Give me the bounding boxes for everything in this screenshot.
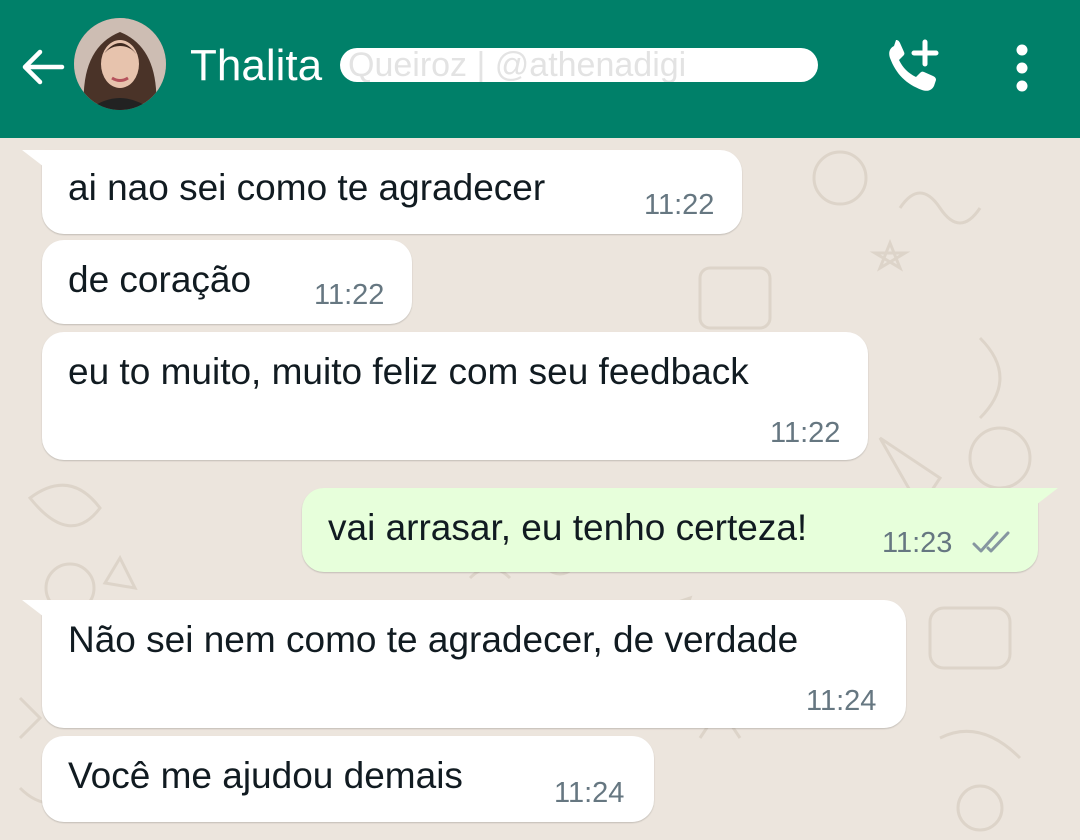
back-button[interactable] (18, 42, 68, 92)
message-bubble-incoming[interactable]: eu to muito, muito feliz com seu feedbac… (42, 332, 868, 460)
bubble-tail-incoming (22, 150, 48, 170)
chat-header: Thalita Queiroz | @athenadigi (0, 0, 1080, 138)
message-text: Não sei nem como te agradecer, de verdad… (68, 619, 799, 660)
add-call-button[interactable] (880, 36, 944, 100)
message-bubble-incoming[interactable]: Não sei nem como te agradecer, de verdad… (42, 600, 906, 728)
avatar-photo (74, 18, 166, 110)
message-text: eu to muito, muito feliz com seu feedbac… (68, 351, 749, 392)
message-text: ai nao sei como te agradecer (68, 167, 546, 208)
message-time: 11:24 (806, 685, 877, 717)
more-vertical-icon (1016, 44, 1028, 92)
redacted-text: Queiroz | @athenadigi (348, 48, 687, 82)
contact-name-redaction: Queiroz | @athenadigi (340, 48, 818, 82)
message-text: Você me ajudou demais (68, 755, 463, 796)
message-time: 11:22 (314, 279, 385, 311)
add-call-icon (889, 39, 939, 91)
message-bubble-incoming[interactable]: de coração 11:22 (42, 240, 412, 324)
message-bubble-incoming[interactable]: Você me ajudou demais 11:24 (42, 736, 654, 822)
bubble-tail-incoming (22, 600, 48, 620)
message-text: de coração (68, 259, 252, 300)
contact-name[interactable]: Thalita (190, 38, 322, 94)
contact-avatar[interactable] (74, 18, 166, 110)
message-text: vai arrasar, eu tenho certeza! (328, 507, 808, 548)
double-check-icon (972, 531, 1010, 553)
message-time: 11:23 (882, 527, 953, 559)
bubble-tail-outgoing (1032, 488, 1058, 508)
message-time: 11:22 (770, 417, 841, 449)
message-bubble-outgoing[interactable]: vai arrasar, eu tenho certeza! 11:23 (302, 488, 1038, 572)
contact-name-text: Thalita (190, 41, 323, 90)
message-time: 11:24 (554, 777, 625, 809)
more-options-button[interactable] (996, 36, 1048, 100)
arrow-left-icon (22, 49, 65, 85)
message-time: 11:22 (644, 189, 715, 221)
message-bubble-incoming[interactable]: ai nao sei como te agradecer 11:22 (42, 150, 742, 234)
